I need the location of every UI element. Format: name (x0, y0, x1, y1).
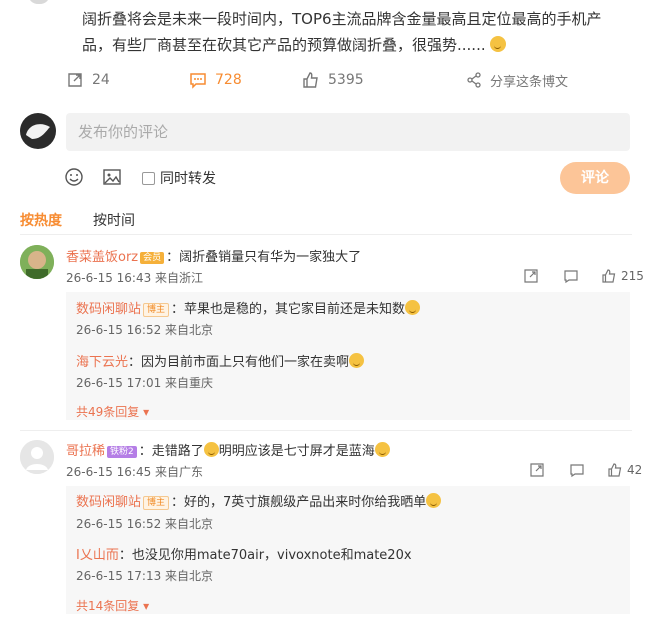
chevron-down-icon: ▾ (143, 405, 150, 419)
repost-icon (68, 73, 82, 87)
more-replies-link[interactable]: 共14条回复 ▾ (76, 597, 149, 614)
reply-meta: 26-6-15 16:52 来自北京 (76, 517, 214, 531)
more-replies-label: 共49条回复 (76, 405, 140, 419)
share-button[interactable]: 分享这条博文 (466, 66, 568, 94)
sort-by-time-tab[interactable]: 按时间 (93, 210, 135, 230)
post-text: 阔折叠将会是未来一段时间内，TOP6主流品牌含金量最高且定位最高的手机产品，有些… (82, 6, 622, 58)
author-badge: 博主 (143, 496, 170, 510)
default-avatar-icon (20, 440, 54, 474)
post-author-avatar[interactable] (28, 0, 50, 4)
comment-text: ：走错路了 (138, 444, 204, 459)
more-replies-link[interactable]: 共49条回复 ▾ (76, 403, 149, 420)
comment-username[interactable]: 哥拉稀 (66, 444, 105, 459)
comment-button[interactable]: 728 (189, 66, 242, 94)
reply-icon[interactable] (563, 268, 579, 284)
comment-like-count: 215 (621, 269, 644, 283)
reply-username[interactable]: 数码闲聊站 (76, 302, 141, 317)
comment-text-cont: 明明应该是七寸屏才是蓝海 (218, 444, 375, 459)
author-badge: 博主 (143, 303, 170, 317)
reply-line: 数码闲聊站 博主 ：好的，7英寸旗舰级产品出来时你给我晒单 (76, 491, 442, 510)
reply-icon[interactable] (569, 462, 585, 478)
thumbs-up-icon[interactable] (607, 462, 623, 478)
sort-by-hot-tab[interactable]: 按热度 (20, 210, 62, 230)
thumbs-up-icon[interactable] (601, 268, 617, 284)
comment-like-count: 42 (627, 463, 643, 477)
reply-text: ：苹果也是稳的，其它家目前还是未知数 (171, 302, 406, 317)
comment-line: 香菜盖饭orz 会员 ：阔折叠销量只有华为一家独大了 (66, 246, 361, 265)
reply-text: ：也没见你用mate70air，vivoxnote和mate20x (118, 548, 412, 563)
reply-meta: 26-6-15 17:01 来自重庆 (76, 376, 214, 390)
comment-icon (190, 73, 206, 89)
comment-input[interactable] (66, 113, 610, 151)
comment-text: ：阔折叠销量只有华为一家独大了 (166, 250, 362, 265)
reply-username[interactable]: 海下云光 (76, 355, 128, 370)
emoji-icon (405, 300, 421, 315)
forward-checkbox[interactable] (142, 172, 155, 185)
share-label: 分享这条博文 (490, 74, 569, 90)
repost-icon[interactable] (529, 462, 545, 478)
laugh-cry-emoji-icon (374, 442, 390, 457)
comment-actions: 42 (529, 462, 642, 478)
reply-username[interactable]: I乂山而 (76, 548, 119, 563)
avatar-image (20, 245, 54, 279)
comment-username[interactable]: 香菜盖饭orz (66, 250, 138, 265)
emoji-picker-icon[interactable] (64, 167, 84, 187)
emoji-icon (426, 493, 442, 508)
reply-text: ：因为目前市面上只有他们一家在卖啊 (128, 355, 350, 370)
comment-meta: 26-6-15 16:45 来自广东 (66, 465, 204, 479)
reply-meta: 26-6-15 16:52 来自北京 (76, 323, 214, 337)
comment-input-box[interactable] (66, 113, 630, 151)
reply-line: 海下云光：因为目前市面上只有他们一家在卖啊 (76, 351, 365, 370)
divider (20, 430, 632, 431)
like-count: 5395 (328, 72, 364, 88)
laugh-cry-emoji-icon (203, 442, 219, 457)
reply-line: 数码闲聊站 博主 ：苹果也是稳的，其它家目前还是未知数 (76, 298, 421, 317)
reply-username[interactable]: 数码闲聊站 (76, 495, 141, 510)
reply-line: I乂山而：也没见你用mate70air，vivoxnote和mate20x (76, 544, 412, 563)
submit-comment-button[interactable]: 评论 (560, 162, 630, 194)
more-replies-label: 共14条回复 (76, 599, 140, 613)
member-badge: 会员 (140, 252, 165, 264)
comment-actions: 215 (523, 268, 644, 284)
thumbs-up-icon (303, 72, 318, 88)
comment-count: 728 (215, 72, 242, 88)
shy-emoji-icon (490, 36, 507, 52)
like-button[interactable]: 5395 (302, 66, 364, 94)
fan-badge: 铁粉2 (107, 446, 137, 458)
divider (20, 234, 632, 235)
comment-meta: 26-6-15 16:43 来自浙江 (66, 271, 204, 285)
commenter-avatar[interactable] (20, 440, 54, 474)
avatar-image (26, 124, 50, 139)
laugh-cry-emoji-icon (349, 353, 365, 368)
my-avatar[interactable] (20, 113, 56, 149)
chevron-down-icon: ▾ (143, 599, 150, 613)
reply-meta: 26-6-15 17:13 来自北京 (76, 569, 214, 583)
repost-button[interactable]: 24 (66, 66, 110, 94)
repost-icon[interactable] (523, 268, 539, 284)
comment-line: 哥拉稀 铁粉2 ：走错路了 明明应该是七寸屏才是蓝海 (66, 440, 390, 459)
repost-count: 24 (92, 72, 110, 88)
commenter-avatar[interactable] (20, 245, 54, 279)
post-body: 阔折叠将会是未来一段时间内，TOP6主流品牌含金量最高且定位最高的手机产品，有些… (82, 10, 602, 54)
forward-label: 同时转发 (160, 171, 216, 187)
image-upload-icon[interactable] (102, 167, 122, 187)
share-icon (467, 72, 481, 88)
reply-text: ：好的，7英寸旗舰级产品出来时你给我晒单 (171, 495, 427, 510)
